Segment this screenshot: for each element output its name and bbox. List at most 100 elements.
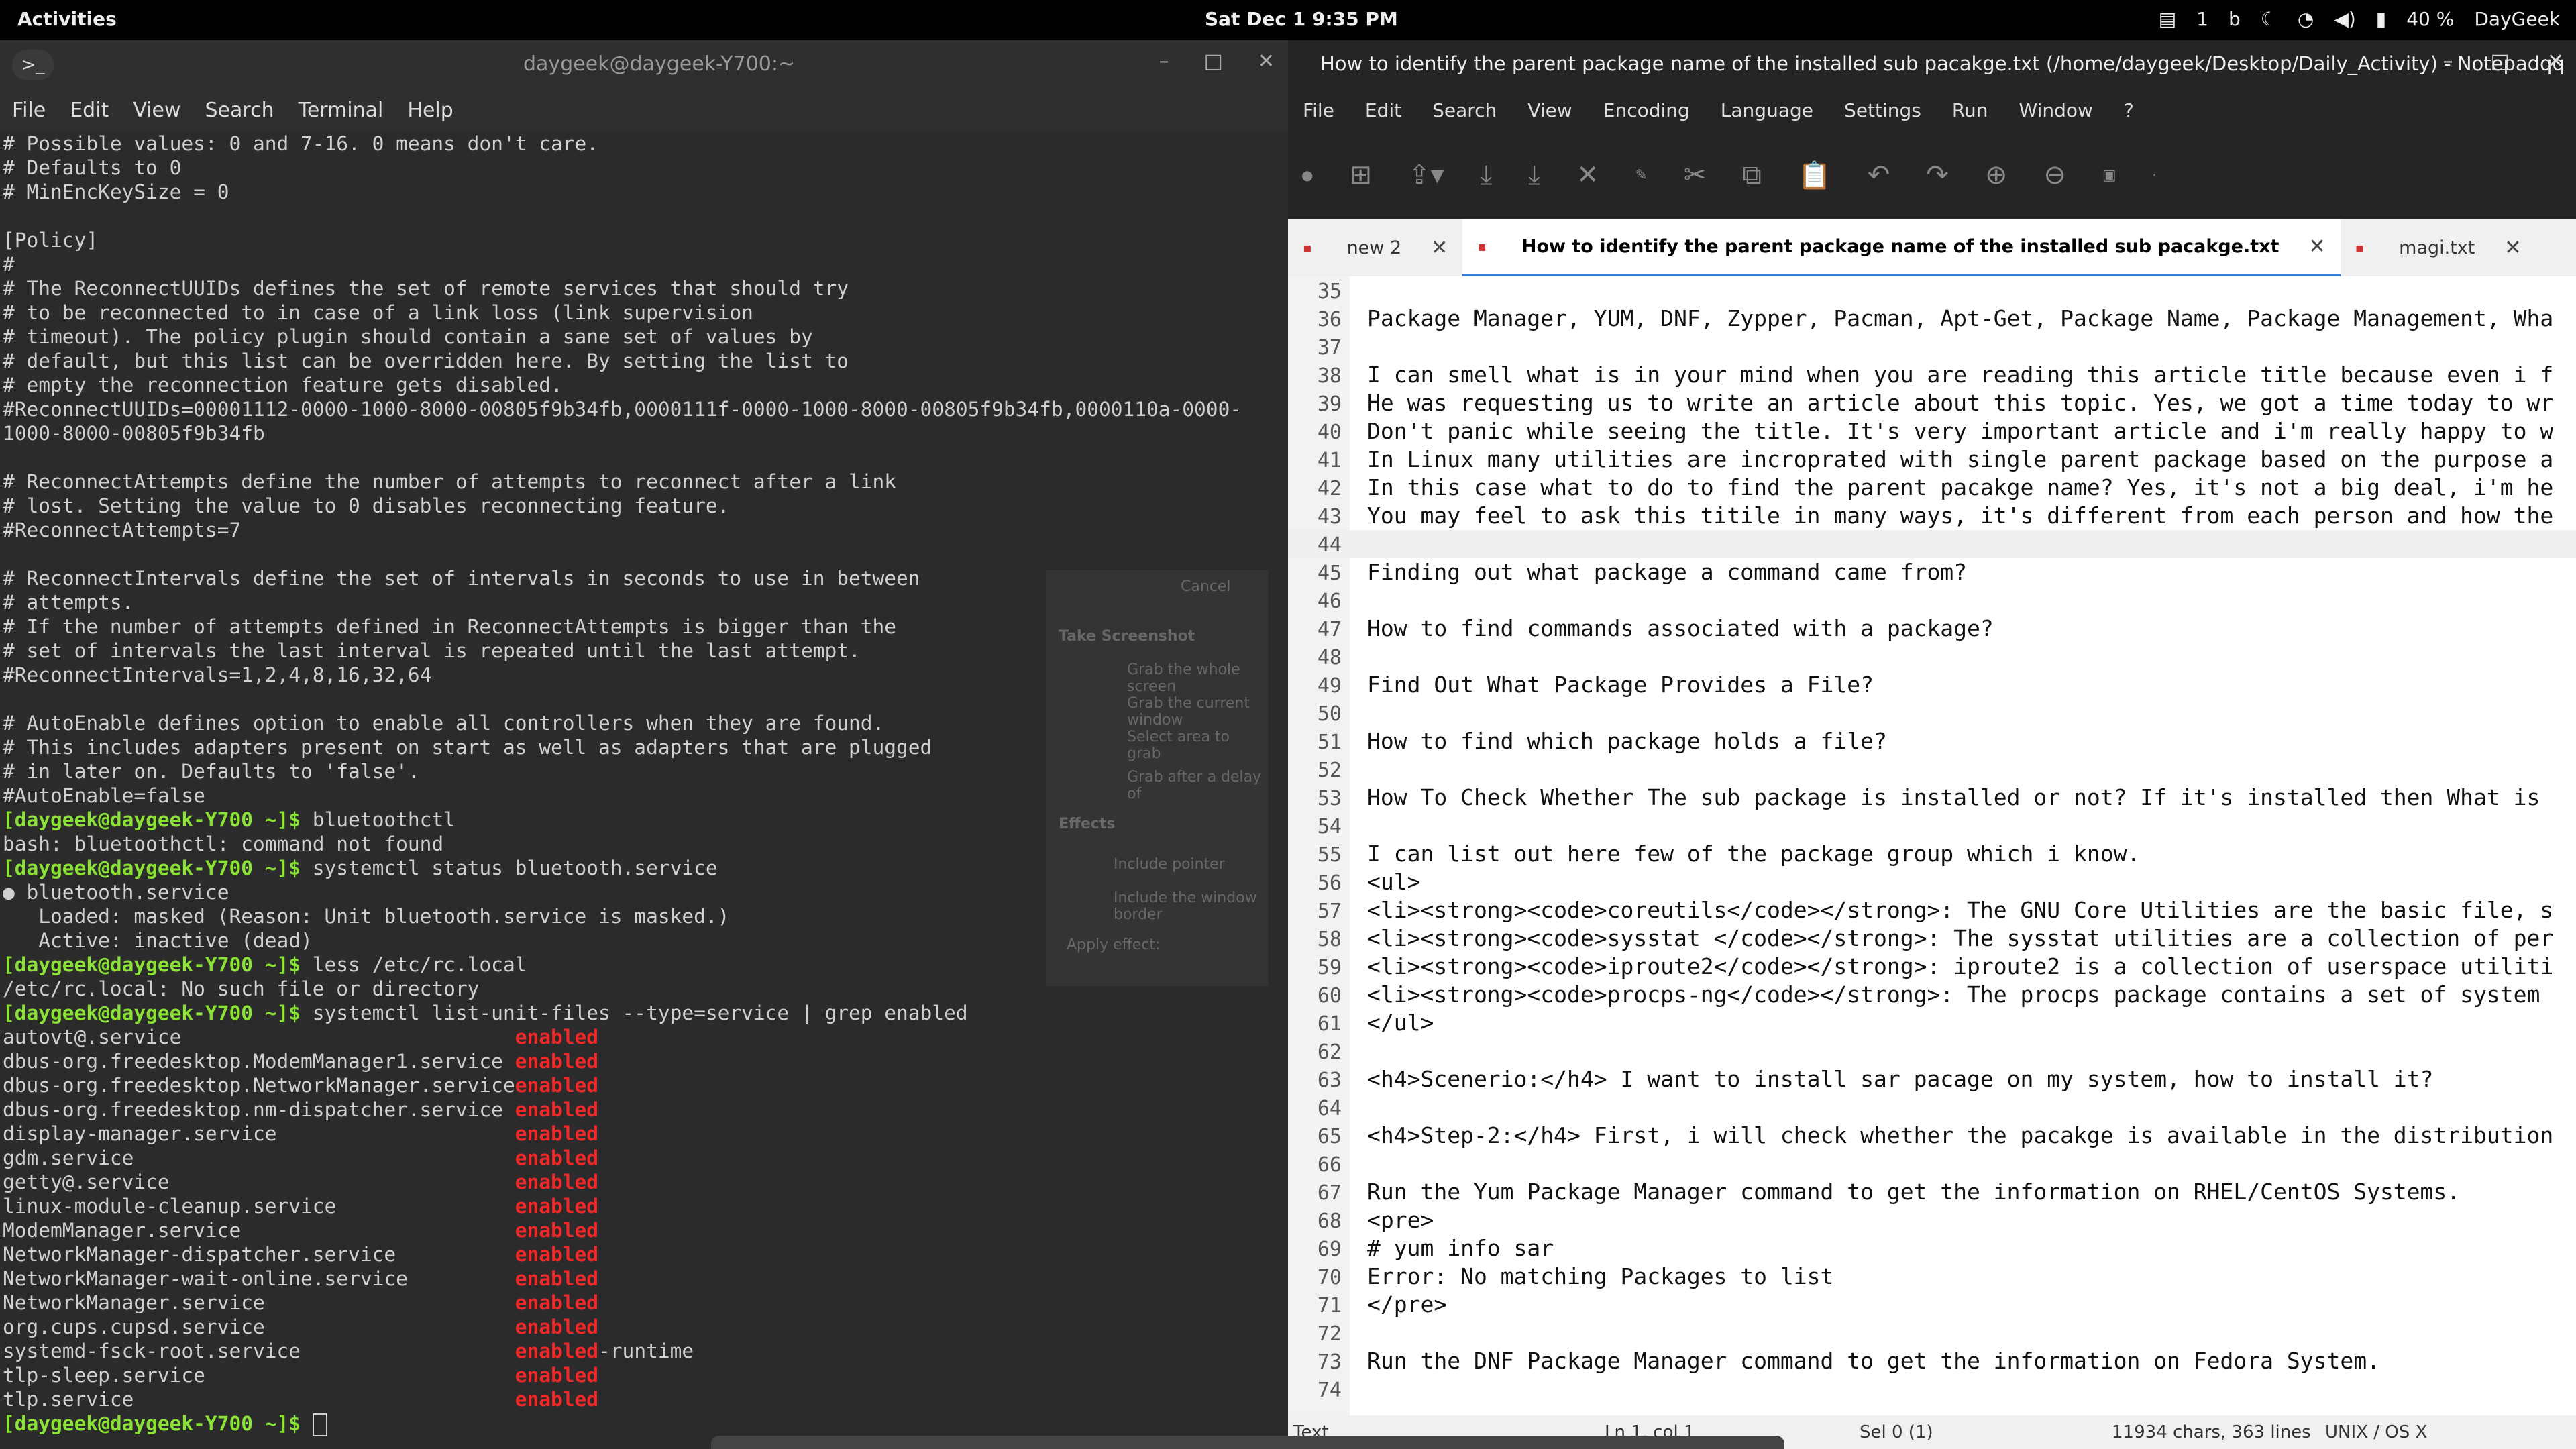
editor-line[interactable]: 62: [1288, 1037, 2576, 1065]
minimize-icon[interactable]: –: [2443, 50, 2453, 73]
tab-close-icon[interactable]: ✕: [1431, 236, 1448, 260]
new-file-icon[interactable]: ⊞: [1349, 160, 1372, 191]
terminal-scrollbar[interactable]: [1269, 131, 1288, 1449]
paste-icon[interactable]: 📋: [1798, 160, 1831, 191]
terminal-icon[interactable]: >_: [12, 50, 54, 80]
minimize-icon[interactable]: –: [1159, 50, 1169, 73]
cut-icon[interactable]: ✂: [1684, 160, 1707, 191]
terminal-menu-item[interactable]: View: [133, 99, 180, 122]
editor-line[interactable]: 36 Package Manager, YUM, DNF, Zypper, Pac…: [1288, 305, 2576, 333]
editor-line[interactable]: 67 Run the Yum Package Manager command to…: [1288, 1178, 2576, 1206]
editor-line[interactable]: 68 <pre>: [1288, 1206, 2576, 1234]
editor-line[interactable]: 56 <ul>: [1288, 868, 2576, 896]
terminal-menu-item[interactable]: Search: [205, 99, 274, 122]
bing-icon[interactable]: b: [2229, 8, 2241, 30]
editor-line[interactable]: 55 I can list out here few of the package…: [1288, 840, 2576, 868]
notepad-menu-item[interactable]: Language: [1721, 99, 1813, 121]
notepad-menu-item[interactable]: File: [1303, 99, 1334, 121]
user-menu[interactable]: DayGeek: [2474, 8, 2560, 30]
undo-icon[interactable]: ↶: [1868, 160, 1890, 191]
editor-line[interactable]: 57 <li><strong><code>coreutils</code></st…: [1288, 896, 2576, 924]
copy-icon[interactable]: ⧉: [1742, 160, 1762, 191]
terminal-menu-item[interactable]: Help: [407, 99, 453, 122]
editor-area[interactable]: 35 36 Package Manager, YUM, DNF, Zypper, P…: [1288, 276, 2576, 1434]
notepad-menu-item[interactable]: Run: [1952, 99, 1988, 121]
editor-line[interactable]: 59 <li><strong><code>iproute2</code></str…: [1288, 953, 2576, 981]
editor-tab[interactable]: ▪ new 2 ✕: [1288, 219, 1462, 276]
editor-line[interactable]: 72: [1288, 1319, 2576, 1347]
terminal-menu-item[interactable]: Edit: [70, 99, 109, 122]
editor-line[interactable]: 45 Finding out what package a command cam…: [1288, 558, 2576, 586]
dock[interactable]: [711, 1436, 1784, 1449]
terminal-cursor[interactable]: [312, 1413, 327, 1436]
editor-line[interactable]: 70 Error: No matching Packages to list: [1288, 1263, 2576, 1291]
maximize-icon[interactable]: □: [2491, 50, 2510, 73]
editor-line[interactable]: 74: [1288, 1375, 2576, 1403]
open-file-icon[interactable]: ⇪▾: [1408, 160, 1444, 191]
close-icon[interactable]: ✕: [1258, 50, 1275, 73]
editor-line[interactable]: 73 Run the DNF Package Manager command to…: [1288, 1347, 2576, 1375]
editor-line[interactable]: 50: [1288, 699, 2576, 727]
editor-line[interactable]: 51 How to find which package holds a file…: [1288, 727, 2576, 755]
terminal-titlebar[interactable]: >_ daygeek@daygeek-Y700:~ – □ ✕: [0, 40, 1288, 89]
editor-line[interactable]: 39 He was requesting us to write an artic…: [1288, 389, 2576, 417]
terminal-menu-item[interactable]: File: [12, 99, 46, 122]
notepadqq-window[interactable]: How to identify the parent package name …: [1288, 40, 2576, 1449]
paint-icon[interactable]: ✎: [1635, 167, 1647, 184]
editor-line[interactable]: 46: [1288, 586, 2576, 614]
tab-close-icon[interactable]: ✕: [2308, 235, 2325, 258]
editor-line[interactable]: 35: [1288, 276, 2576, 305]
maximize-icon[interactable]: □: [1204, 50, 1223, 73]
editor-line[interactable]: 38 I can smell what is in your mind when …: [1288, 361, 2576, 389]
system-tray[interactable]: ▤ 1 b ☾ ◔ ◀) ▮ 40 % DayGeek: [2159, 8, 2560, 30]
zoom-out-icon[interactable]: ⊖: [2043, 160, 2066, 191]
close-file-icon[interactable]: ✕: [1576, 160, 1599, 191]
editor-line[interactable]: 58 <li><strong><code>sysstat </code></str…: [1288, 924, 2576, 953]
editor-line[interactable]: 48: [1288, 643, 2576, 671]
editor-line[interactable]: 61 </ul>: [1288, 1009, 2576, 1037]
editor-line[interactable]: 71 </pre>: [1288, 1291, 2576, 1319]
special-chars-icon[interactable]: ·: [2153, 168, 2157, 182]
notepad-menu-item[interactable]: Encoding: [1603, 99, 1690, 121]
activities-button[interactable]: Activities: [17, 8, 117, 30]
editor-line[interactable]: 49 Find Out What Package Provides a File?: [1288, 671, 2576, 699]
editor-line[interactable]: 44: [1288, 530, 2576, 558]
terminal-window[interactable]: >_ daygeek@daygeek-Y700:~ – □ ✕ File Edit…: [0, 40, 1288, 1449]
zoom-in-icon[interactable]: ⊕: [1985, 160, 2008, 191]
editor-line[interactable]: 64: [1288, 1093, 2576, 1122]
word-wrap-icon[interactable]: ▣: [2102, 167, 2116, 184]
status-eol[interactable]: UNIX / OS X: [2325, 1422, 2427, 1442]
editor-line[interactable]: 52: [1288, 755, 2576, 784]
updates-icon[interactable]: ▤: [2159, 8, 2176, 30]
editor-line[interactable]: 60 <li><strong><code>procps-ng</code></st…: [1288, 981, 2576, 1009]
terminal-menu-item[interactable]: Terminal: [299, 99, 384, 122]
notepad-menu-item[interactable]: Search: [1432, 99, 1497, 121]
editor-line[interactable]: 54: [1288, 812, 2576, 840]
editor-line[interactable]: 43 You may feel to ask this titile in man…: [1288, 502, 2576, 530]
editor-line[interactable]: 42 In this case what to do to find the pa…: [1288, 474, 2576, 502]
tab-close-icon[interactable]: ✕: [2504, 236, 2521, 260]
editor-line[interactable]: 65 <h4>Step-2:</h4> First, i will check w…: [1288, 1122, 2576, 1150]
editor-line[interactable]: 37: [1288, 333, 2576, 361]
close-icon[interactable]: ✕: [2547, 50, 2564, 73]
notepad-menu-item[interactable]: Window: [2019, 99, 2093, 121]
editor-line[interactable]: 69 # yum info sar: [1288, 1234, 2576, 1263]
editor-line[interactable]: 47 How to find commands associated with a…: [1288, 614, 2576, 643]
clock[interactable]: Sat Dec 1 9:35 PM: [1205, 8, 1398, 30]
editor-line[interactable]: 40 Don't panic while seeing the title. It…: [1288, 417, 2576, 445]
save-all-icon[interactable]: ⤓: [1528, 160, 1540, 191]
notepad-menu-item[interactable]: Edit: [1365, 99, 1401, 121]
notepadqq-titlebar[interactable]: How to identify the parent package name …: [1288, 40, 2576, 89]
editor-line[interactable]: 66: [1288, 1150, 2576, 1178]
editor-tab[interactable]: ▪ magi.txt ✕: [2341, 219, 2536, 276]
dot-icon[interactable]: ●: [1301, 167, 1313, 183]
editor-line[interactable]: 41 In Linux many utilities are incroprate…: [1288, 445, 2576, 474]
notepad-menu-item[interactable]: Settings: [1844, 99, 1921, 121]
redo-icon[interactable]: ↷: [1926, 160, 1949, 191]
notepad-menu-item[interactable]: ?: [2124, 99, 2134, 121]
editor-line[interactable]: 63 <h4>Scenerio:</h4> I want to install s…: [1288, 1065, 2576, 1093]
editor-tab[interactable]: ▪ How to identify the parent package name…: [1462, 219, 2341, 276]
editor-line[interactable]: 53 How To Check Whether The sub package i…: [1288, 784, 2576, 812]
save-icon[interactable]: ⤓: [1481, 160, 1493, 191]
notepad-menu-item[interactable]: View: [1527, 99, 1572, 121]
